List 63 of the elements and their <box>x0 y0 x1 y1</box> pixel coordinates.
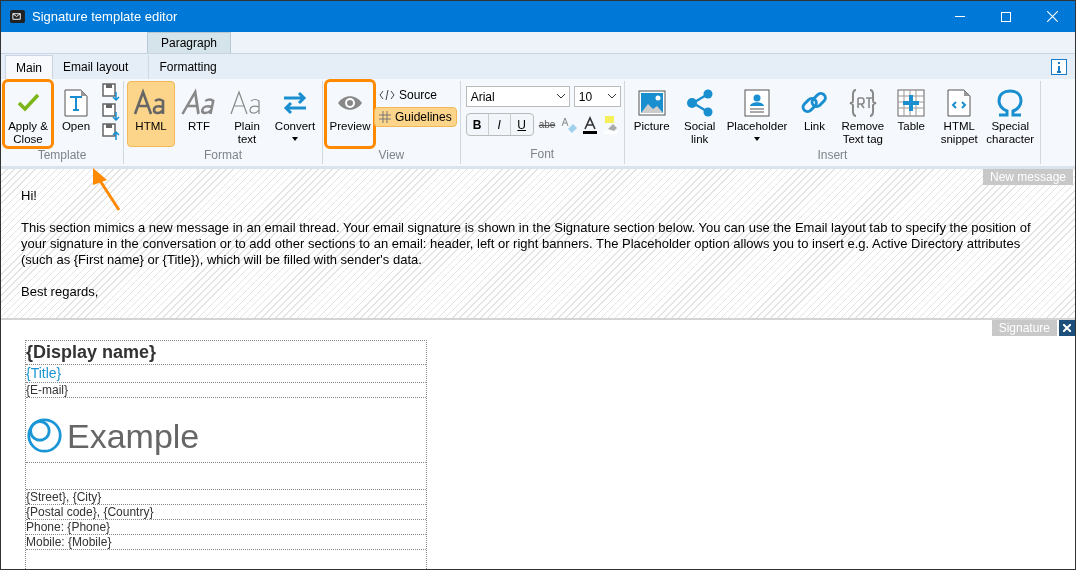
context-tab-header: Paragraph <box>147 32 231 53</box>
ribbon-button[interactable]: Table <box>887 81 936 147</box>
caret-icon <box>754 137 761 141</box>
ribbon-button[interactable]: Social link <box>675 81 724 147</box>
display-name: {Display name} <box>26 341 426 365</box>
ribbon-button[interactable]: Placeholder <box>723 81 791 147</box>
ribbon-button[interactable]: HTML snippet <box>935 81 984 147</box>
chevron-icon <box>556 94 565 99</box>
ribbon-button[interactable]: Apply & Close <box>4 81 52 147</box>
ribbon-button[interactable]: Preview <box>326 81 374 147</box>
close-icon <box>1046 11 1058 22</box>
app-icon <box>10 10 25 23</box>
ribbon-button[interactable]: Open <box>52 81 100 147</box>
table-icon <box>896 88 927 118</box>
ribbon-button[interactable]: Picture <box>627 81 676 147</box>
message-paragraph: Best regards, <box>21 284 100 300</box>
group-label: View <box>377 147 406 164</box>
text-style-button[interactable]: U <box>510 114 533 135</box>
save-template-icon[interactable] <box>102 83 120 101</box>
font-size-dropdown[interactable]: 10 <box>573 86 621 107</box>
signature-line: {Street}, {City} <box>26 490 426 505</box>
text-style-button[interactable]: I <box>488 114 511 135</box>
strikethrough-button[interactable]: abe <box>536 117 558 132</box>
ribbon-button[interactable]: Remove Text tag <box>838 81 888 147</box>
person-card-icon <box>742 88 773 118</box>
message-paragraph: Hi! <box>21 188 38 204</box>
braces-tag-icon <box>847 88 878 118</box>
signature-line: Phone: {Phone} <box>26 520 426 535</box>
picture-icon <box>636 88 667 118</box>
group-label: Format <box>203 147 243 164</box>
close-icon <box>1063 324 1071 332</box>
group-label: Template <box>36 147 88 164</box>
window-title: Signature template editor <box>32 7 179 26</box>
signature-line: {E-mail} <box>26 383 426 398</box>
font-name-dropdown[interactable]: Arial <box>465 86 570 107</box>
chevron-icon <box>607 94 616 99</box>
toggle-button[interactable]: Guidelines <box>374 107 457 127</box>
job-title: {Title} <box>26 365 426 383</box>
group-label: Font <box>529 146 556 163</box>
text-document-icon <box>61 88 91 118</box>
share-icon <box>684 88 715 118</box>
signature-line: {Postal code}, {Country} <box>26 505 426 520</box>
info-icon[interactable] <box>1051 59 1067 75</box>
message-paragraph: This section mimics a new message in an email thread. Your email signature is shown in the Signature section below. You can use the Email layout tab to specify the position of your signature in the conversation or to add other sections to an email: header, left or right banners. The Placeholder option allows you to insert e.g. Active Directory attributes (such as {First name} or {Title}), which will be filled with sender's data. <box>21 220 1032 268</box>
signature-line: Mobile: {Mobile} <box>26 535 426 550</box>
remove-section-button[interactable] <box>1059 320 1075 336</box>
grid-icon <box>379 111 391 123</box>
ribbon-button[interactable]: HTML <box>127 81 175 147</box>
group-label: Insert <box>816 147 849 164</box>
company-logo: Example <box>26 417 200 454</box>
font-color-icon[interactable] <box>581 115 600 134</box>
caret-icon <box>292 137 298 141</box>
text-style-button[interactable]: B <box>466 114 489 135</box>
ribbon-button[interactable]: Plain text <box>223 81 271 147</box>
toggle-button[interactable]: Source <box>374 85 457 105</box>
save-down-icon[interactable] <box>102 103 120 121</box>
code-icon <box>379 90 395 100</box>
ribbon-button[interactable]: Link <box>790 81 839 147</box>
ribbon-tab[interactable]: Email layout <box>53 55 139 79</box>
ribbon-tab[interactable]: Main <box>5 55 53 79</box>
ribbon-button[interactable]: Convert <box>271 81 319 147</box>
ribbon-button[interactable]: Special character <box>983 81 1038 147</box>
ribbon-button[interactable]: RTF <box>175 81 223 147</box>
